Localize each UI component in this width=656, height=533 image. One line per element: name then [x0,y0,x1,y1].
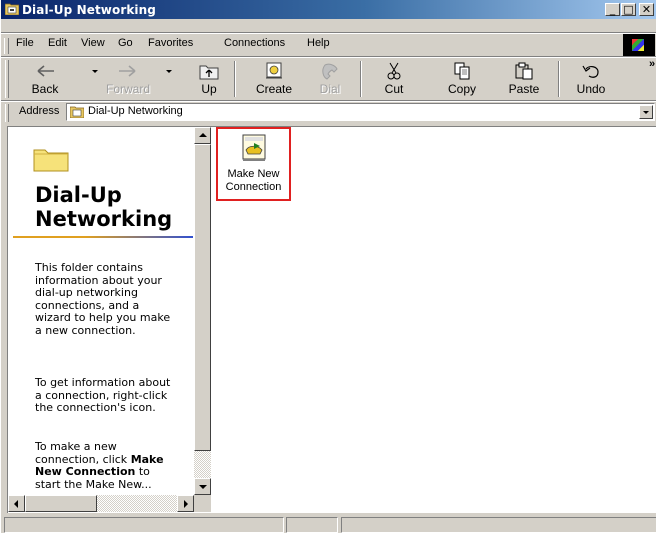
toolbar-divider [234,61,236,97]
dial-button[interactable]: Dial [307,58,353,98]
undo-label: Undo [576,82,606,96]
addressbar-grip[interactable] [5,104,9,122]
create-connection-icon [266,62,282,79]
dial-label: Dial [319,82,341,96]
address-dropdown-button[interactable] [639,105,653,119]
cut-button[interactable]: Cut [371,58,417,98]
info-pane-vertical-scrollbar[interactable] [194,127,211,495]
forward-arrow-icon [119,65,136,77]
menubar-grip[interactable] [4,38,9,54]
menu-view[interactable]: View [81,37,105,49]
window-title: Dial-Up Networking [22,3,156,17]
dial-icon [322,63,338,80]
info-pane-horizontal-scrollbar[interactable] [8,495,194,512]
title-bar[interactable]: Dial-Up Networking _ □ ✕ [1,0,656,19]
create-label: Create [255,82,293,96]
menu-file[interactable]: File [16,37,34,49]
pane-paragraph: To make a new connection, click Make New… [35,441,175,493]
make-new-connection-icon [242,134,266,161]
menu-favorites[interactable]: Favorites [148,37,193,49]
scroll-up-button[interactable] [194,127,211,144]
maximize-button[interactable]: □ [621,3,636,16]
toolbar-divider [360,61,362,97]
undo-icon [582,65,599,78]
back-button[interactable]: Back [21,58,69,98]
cut-label: Cut [384,82,404,96]
back-dropdown-arrow[interactable] [92,70,98,73]
menu-separator-top [1,32,656,34]
folder-icon [33,149,69,172]
copy-label: Copy [447,82,476,96]
paste-icon [515,62,533,80]
back-label: Back [31,82,59,96]
menu-help[interactable]: Help [307,37,330,49]
back-arrow-icon [37,65,54,77]
dialup-folder-icon [5,3,19,15]
status-panel [4,517,284,533]
scroll-down-button[interactable] [194,478,211,495]
forward-label: Forward [105,82,150,96]
forward-button[interactable]: Forward [99,58,157,98]
paste-label: Paste [508,82,540,96]
up-button[interactable]: Up [191,58,227,98]
close-button[interactable]: ✕ [639,3,654,16]
make-new-connection-label: Make New Connection [225,168,282,193]
copy-icon [454,62,470,80]
address-label: Address [19,105,60,117]
scroll-thumb[interactable] [25,495,97,512]
up-folder-icon [199,65,219,80]
explorer-window: Dial-Up Networking _ □ ✕ File Edit View … [0,0,656,533]
minimize-button[interactable]: _ [605,3,620,16]
scroll-thumb[interactable] [194,144,211,451]
status-panel [286,517,338,533]
up-label: Up [201,82,217,96]
address-field[interactable]: Dial-Up Networking [66,103,655,121]
toolbar-divider [558,61,560,97]
create-button[interactable]: Create [247,58,301,98]
paste-button[interactable]: Paste [499,58,549,98]
pane-title: Dial-Up Networking [35,183,173,231]
scroll-right-button[interactable] [177,495,194,512]
forward-dropdown-arrow[interactable] [166,70,172,73]
menu-go[interactable]: Go [118,37,133,49]
toolbar-grip[interactable] [5,60,9,98]
scissors-icon [387,62,401,80]
windows-logo-icon [623,34,655,56]
scroll-corner [194,495,211,512]
address-separator-top [1,100,656,102]
pane-paragraph: This folder contains information about y… [35,261,171,337]
pane-paragraph: To get information about a connection, r… [35,376,171,415]
dialup-folder-icon [70,106,84,118]
copy-button[interactable]: Copy [439,58,485,98]
make-new-connection-item[interactable]: Make New Connection [216,127,291,201]
status-panel [341,517,656,533]
toolbar-overflow-chevron[interactable]: » [649,58,655,70]
pane-text-span: To make a new connection, click [35,441,128,466]
menu-connections[interactable]: Connections [224,37,285,49]
menu-edit[interactable]: Edit [48,37,67,49]
address-value: Dial-Up Networking [88,105,183,117]
undo-button[interactable]: Undo [567,58,615,98]
scroll-left-button[interactable] [8,495,25,512]
pane-title-rule [13,236,193,238]
